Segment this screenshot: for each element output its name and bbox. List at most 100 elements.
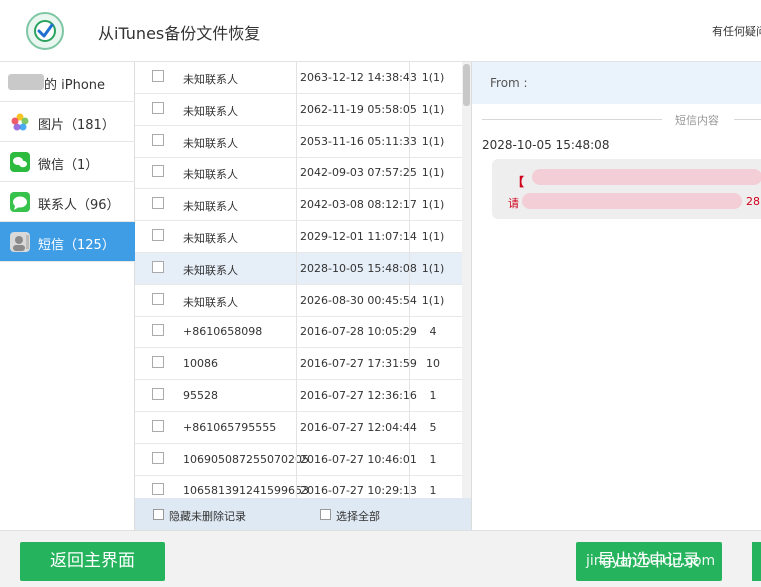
extra-button[interactable] [752, 542, 761, 581]
message-bubble: 【 请 28 [492, 159, 761, 219]
row-checkbox[interactable] [152, 229, 164, 241]
table-row[interactable]: 未知联系人 2063-12-12 14:38:43 1(1) [135, 62, 462, 94]
message-count: 1(1) [421, 230, 445, 243]
row-checkbox[interactable] [152, 356, 164, 369]
column-divider [296, 284, 297, 317]
contact-name: 未知联系人 [183, 263, 238, 277]
row-checkbox[interactable] [152, 483, 164, 496]
redacted-text [532, 169, 761, 185]
watermark: Bai 经验 [585, 497, 660, 518]
row-checkbox[interactable] [152, 419, 164, 432]
list-scrollbar[interactable] [462, 62, 471, 498]
sidebar-item-label: 的 iPhone [44, 78, 106, 93]
column-divider [296, 348, 297, 381]
message-date: 2042-03-08 08:12:17 [300, 198, 417, 212]
messages-icon [10, 232, 30, 252]
message-date: 2042-09-03 07:57:25 [300, 166, 417, 180]
row-checkbox[interactable] [152, 388, 164, 400]
row-checkbox[interactable] [152, 133, 164, 146]
redacted-text [522, 193, 742, 209]
table-row[interactable]: 未知联系人 2042-09-03 07:57:25 1(1) [135, 157, 462, 190]
contact-name: 未知联系人 [183, 232, 238, 245]
message-count: 1(1) [421, 261, 445, 275]
message-count: 1 [429, 389, 437, 402]
table-row[interactable]: 未知联系人 2042-03-08 08:12:17 1(1) [135, 189, 462, 222]
table-row[interactable]: 106581391241599653 2016-07-27 10:29:13 1 [135, 475, 462, 498]
message-text: 28 [746, 195, 760, 208]
table-row[interactable]: 未知联系人 2062-11-19 05:58:05 1(1) [135, 93, 462, 126]
select-all-checkbox[interactable] [320, 509, 331, 520]
column-divider [296, 475, 297, 498]
table-row[interactable]: 未知联系人 2029-12-01 11:07:14 1(1) [135, 221, 462, 253]
row-checkbox[interactable] [152, 324, 164, 337]
photos-icon [10, 112, 30, 132]
table-row[interactable]: 95528 2016-07-27 12:36:16 1 [135, 380, 462, 412]
column-divider [409, 380, 410, 412]
hide-undeleted-checkbox[interactable] [153, 509, 164, 520]
message-timestamp: 2028-10-05 15:48:08 [482, 138, 610, 152]
column-divider [409, 221, 410, 253]
page-title: 从iTunes备份文件恢复 [98, 24, 261, 43]
sidebar-item-photos[interactable]: 图片（181） [0, 102, 135, 142]
message-text: 请 [508, 197, 519, 210]
divider [734, 119, 761, 120]
back-to-home-button[interactable]: 返回主界面 [20, 542, 165, 581]
contact-name: 未知联系人 [183, 295, 238, 309]
sidebar-item-messages[interactable]: 短信（125） [0, 222, 135, 262]
message-count: 4 [429, 325, 437, 339]
column-divider [296, 443, 297, 476]
contacts-icon [10, 192, 30, 212]
scrollbar-thumb[interactable] [463, 64, 470, 106]
contact-name: 10086 [183, 357, 218, 371]
row-checkbox[interactable] [152, 451, 164, 464]
column-divider [296, 380, 297, 412]
sidebar-item-contacts[interactable]: 联系人（96） [0, 182, 135, 222]
message-list: 未知联系人 2063-12-12 14:38:43 1(1) 未知联系人 2062-11… [135, 62, 471, 530]
message-count: 1(1) [421, 134, 445, 148]
message-date: 2016-07-27 12:04:44 [300, 420, 417, 434]
from-label: From : [490, 76, 528, 90]
message-count: 1(1) [421, 71, 445, 84]
sidebar-item-label: 图片（181） [38, 118, 115, 133]
row-checkbox[interactable] [152, 292, 164, 305]
column-divider [409, 443, 410, 476]
column-divider [409, 411, 410, 444]
column-divider [409, 475, 410, 498]
sidebar-item-wechat[interactable]: 微信（1） [0, 142, 135, 182]
column-divider [296, 189, 297, 222]
table-row[interactable]: 未知联系人 2026-08-30 00:45:54 1(1) [135, 284, 462, 317]
hide-undeleted-label: 隐藏未删除记录 [169, 510, 246, 523]
help-link[interactable]: 有任何疑问 [712, 23, 761, 39]
table-row[interactable]: 未知联系人 2053-11-16 05:11:33 1(1) [135, 125, 462, 158]
message-text: 【 [512, 175, 525, 189]
contact-name: +8610658098 [183, 325, 263, 339]
row-checkbox[interactable] [152, 101, 164, 114]
table-row[interactable]: 10086 2016-07-27 17:31:59 10 [135, 348, 462, 381]
column-divider [296, 221, 297, 253]
table-row[interactable]: 未知联系人 2028-10-05 15:48:08 1(1) [135, 252, 462, 285]
message-count: 1(1) [421, 293, 445, 307]
column-divider [296, 157, 297, 190]
column-divider [296, 62, 297, 94]
watermark-url: jingyan.baidu.com [586, 553, 716, 569]
row-checkbox[interactable] [152, 70, 164, 82]
row-checkbox[interactable] [152, 165, 164, 178]
message-date: 2016-07-27 10:46:01 [300, 452, 417, 466]
contact-name: 106905087255070205 [183, 452, 309, 466]
table-row[interactable]: +861065795555 2016-07-27 12:04:44 5 [135, 411, 462, 444]
table-row[interactable]: +8610658098 2016-07-28 10:05:29 4 [135, 316, 462, 349]
message-date: 2016-07-27 12:36:16 [300, 389, 417, 402]
header-bar: 从iTunes备份文件恢复 有任何疑问 [0, 0, 761, 62]
message-count: 1(1) [421, 198, 445, 212]
message-date: 2062-11-19 05:58:05 [300, 102, 417, 116]
table-row[interactable]: 106905087255070205 2016-07-27 10:46:01 1 [135, 443, 462, 476]
column-divider [296, 411, 297, 444]
sidebar-item-device[interactable]: 的 iPhone [0, 62, 135, 102]
message-rows: 未知联系人 2063-12-12 14:38:43 1(1) 未知联系人 2062-11… [135, 62, 462, 498]
redacted-device-name [8, 74, 44, 90]
message-count: 10 [426, 357, 440, 371]
contact-name: 未知联系人 [183, 104, 238, 118]
row-checkbox[interactable] [152, 260, 164, 273]
row-checkbox[interactable] [152, 197, 164, 210]
sidebar-item-label: 短信（125） [38, 238, 115, 253]
